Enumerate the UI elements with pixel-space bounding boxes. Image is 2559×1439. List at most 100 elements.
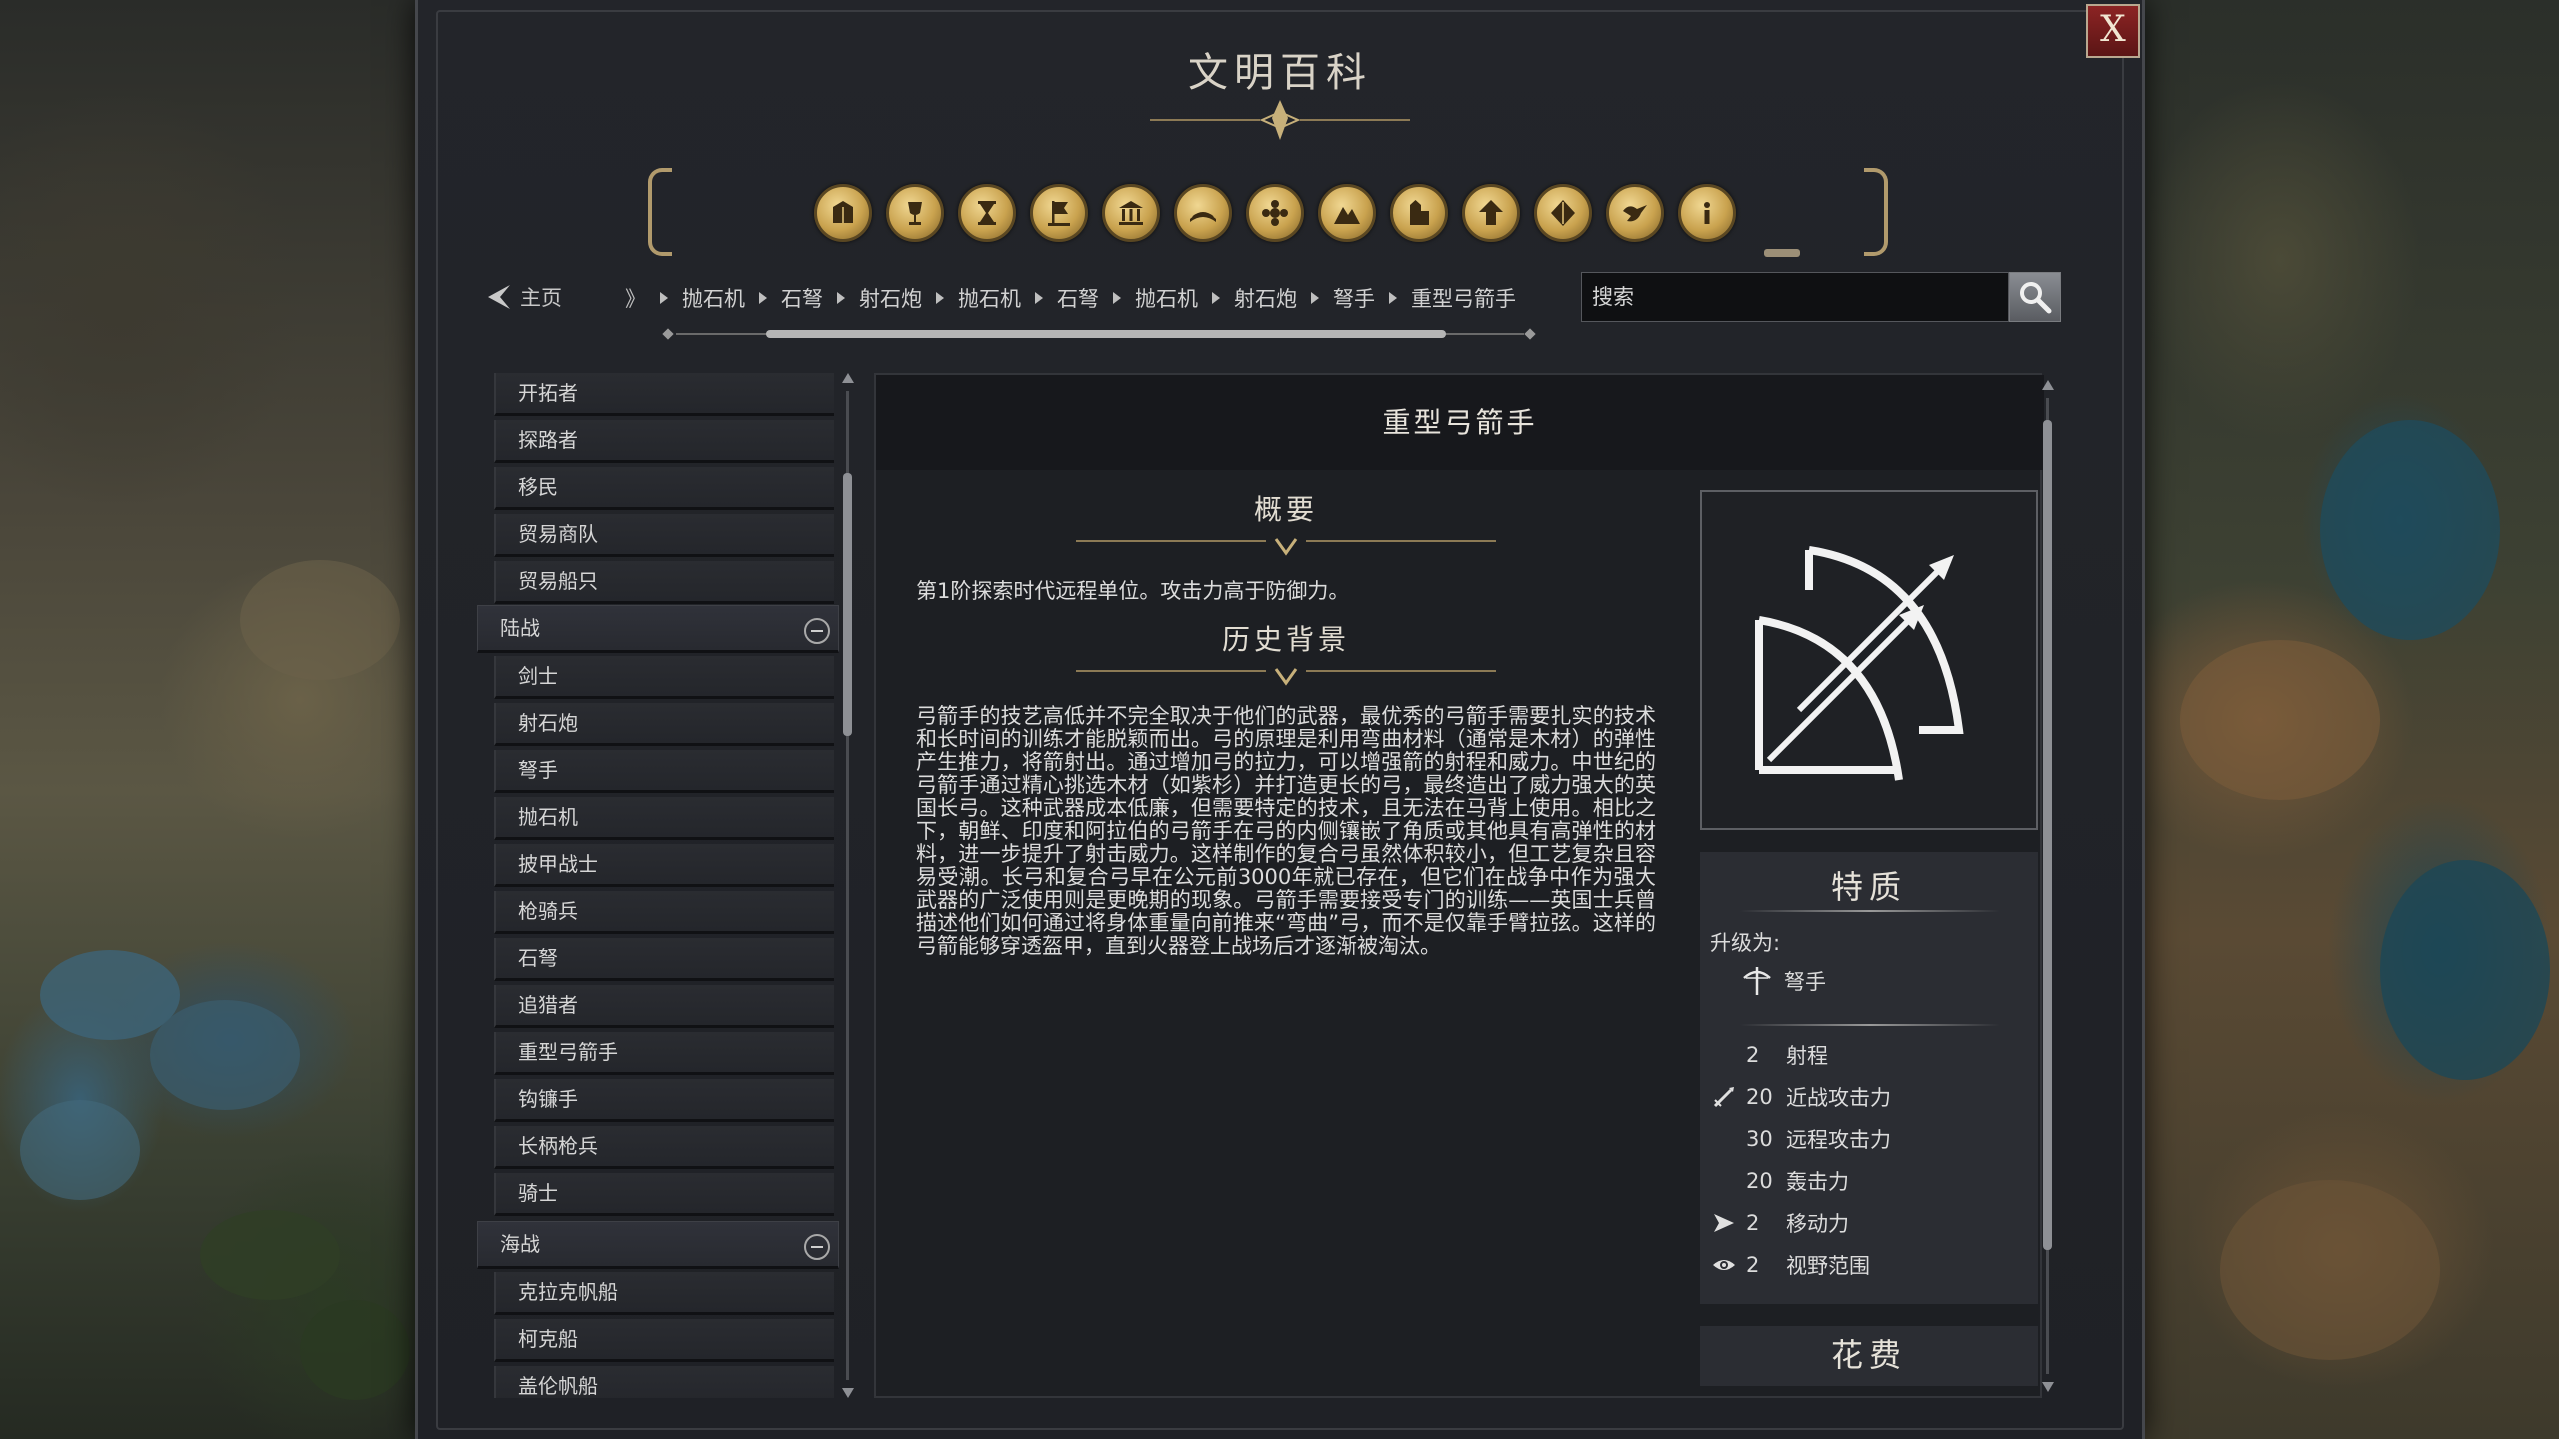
list-item[interactable]: 克拉克帆船	[494, 1272, 834, 1315]
gear-flower-icon	[1262, 200, 1288, 226]
dove-icon	[1623, 205, 1647, 222]
breadcrumb-item[interactable]: 石弩	[1057, 283, 1099, 313]
category-building-button[interactable]	[1390, 184, 1448, 242]
traits-divider	[1740, 1024, 2000, 1026]
breadcrumb-item[interactable]: 抛石机	[682, 283, 745, 313]
category-flag-button[interactable]	[1030, 184, 1088, 242]
breadcrumb-item[interactable]: 抛石机	[1135, 283, 1198, 313]
category-dove-button[interactable]	[1606, 184, 1664, 242]
category-arrow-up-button[interactable]	[1462, 184, 1520, 242]
search-field[interactable]	[1581, 272, 2009, 322]
breadcrumb-item[interactable]: 石弩	[781, 283, 823, 313]
magnifier-icon	[2020, 282, 2052, 314]
cost-heading: 花费	[1700, 1326, 2038, 1386]
breadcrumb-separator-icon	[1389, 292, 1397, 304]
breadcrumb-start-marker: 》	[625, 287, 646, 311]
breadcrumb-item[interactable]: 射石炮	[859, 283, 922, 313]
breadcrumb-item[interactable]: 射石炮	[1234, 283, 1297, 313]
list-item[interactable]: 抛石机	[494, 797, 834, 840]
list-item[interactable]: 射石炮	[494, 703, 834, 746]
book-icon	[1190, 212, 1216, 222]
category-temple-button[interactable]	[1102, 184, 1160, 242]
close-button[interactable]: X	[2086, 4, 2140, 58]
breadcrumb-item[interactable]: 弩手	[1333, 283, 1375, 313]
breadcrumb-scroll-left-icon[interactable]	[662, 328, 674, 340]
group-header-naval[interactable]: 海战	[477, 1221, 839, 1269]
crate-icon	[833, 201, 853, 223]
stat-bombard: 20 轰击力	[1710, 1164, 1849, 1198]
stat-ranged-attack: 30 远程攻击力	[1710, 1122, 1891, 1156]
flag-icon	[1048, 201, 1070, 226]
list-item[interactable]: 石弩	[494, 938, 834, 981]
list-item[interactable]: 探路者	[494, 420, 834, 463]
list-item[interactable]: 追猎者	[494, 985, 834, 1028]
scroll-down-icon[interactable]	[842, 1386, 854, 1398]
article-scrollbar[interactable]	[2040, 380, 2058, 1392]
upgrade-target-link[interactable]: 弩手	[1740, 964, 1826, 998]
category-leaf-button[interactable]	[1534, 184, 1592, 242]
list-item[interactable]: 开拓者	[494, 373, 834, 416]
traits-heading: 特质	[1830, 868, 1907, 906]
stat-label: 射程	[1786, 1044, 1828, 1068]
list-item[interactable]: 长柄枪兵	[494, 1126, 834, 1169]
sidebar-scrollbar[interactable]	[840, 373, 858, 1398]
search-input[interactable]	[1582, 273, 2008, 321]
category-info-button[interactable]	[1678, 184, 1736, 242]
category-mountain-button[interactable]	[1318, 184, 1376, 242]
collapse-icon[interactable]	[804, 1234, 830, 1260]
article-scroll-thumb[interactable]	[2043, 420, 2052, 1250]
list-item[interactable]: 剑士	[494, 656, 834, 699]
list-item[interactable]: 弩手	[494, 750, 834, 793]
breadcrumb-scroll-thumb[interactable]	[766, 330, 1446, 338]
list-item[interactable]: 移民	[494, 467, 834, 510]
breadcrumb-separator-icon	[837, 292, 845, 304]
mountain-icon	[1334, 207, 1360, 224]
range-icon	[1710, 1041, 1738, 1069]
collapse-icon[interactable]	[804, 618, 830, 644]
breadcrumb-separator-icon	[759, 292, 767, 304]
history-text: 弓箭手的技艺高低并不完全取决于他们的武器，最优秀的弓箭手需要扎实的技术和长时间的…	[916, 704, 1656, 958]
search-button[interactable]	[2009, 272, 2061, 322]
breadcrumb-separator-icon	[1113, 292, 1121, 304]
category-book-button[interactable]	[1174, 184, 1232, 242]
sidebar-scroll-thumb[interactable]	[843, 473, 852, 736]
category-gear-flower-button[interactable]	[1246, 184, 1304, 242]
building-icon	[1410, 200, 1429, 225]
traits-divider	[1740, 910, 2000, 912]
list-item[interactable]: 骑士	[494, 1173, 834, 1216]
move-arrow-icon	[1710, 1209, 1738, 1237]
title-ornament-icon	[1150, 100, 1410, 140]
list-item[interactable]: 披甲战士	[494, 844, 834, 887]
group-header-land[interactable]: 陆战	[477, 605, 839, 653]
category-goblet-button[interactable]	[886, 184, 944, 242]
sword-icon	[1710, 1083, 1738, 1111]
home-link[interactable]: 主页	[486, 282, 562, 312]
ranged-icon	[1710, 1125, 1738, 1153]
stat-value: 20	[1746, 1169, 1773, 1193]
stat-label: 近战攻击力	[1786, 1086, 1891, 1110]
category-crate-button[interactable]	[814, 184, 872, 242]
list-item[interactable]: 钩镰手	[494, 1079, 834, 1122]
goblet-icon	[908, 202, 922, 225]
breadcrumb-separator-icon	[1212, 292, 1220, 304]
list-item[interactable]: 柯克船	[494, 1319, 834, 1362]
map-background-left	[0, 0, 420, 1439]
list-item[interactable]: 枪骑兵	[494, 891, 834, 934]
scroll-down-icon[interactable]	[2042, 1380, 2054, 1392]
breadcrumb-item-current[interactable]: 重型弓箭手	[1411, 283, 1516, 313]
scroll-up-icon[interactable]	[2042, 380, 2054, 392]
scroll-up-icon[interactable]	[842, 373, 854, 385]
breadcrumb-scrollbar[interactable]	[660, 328, 1540, 340]
list-item[interactable]: 贸易船只	[494, 561, 834, 604]
list-item[interactable]: 贸易商队	[494, 514, 834, 557]
unit-portrait	[1700, 490, 2038, 830]
breadcrumb-item[interactable]: 抛石机	[958, 283, 1021, 313]
hourglass-icon	[978, 201, 996, 225]
stat-range: 2 射程	[1710, 1038, 1828, 1072]
history-heading: 历史背景	[1221, 623, 1350, 656]
category-hourglass-button[interactable]	[958, 184, 1016, 242]
breadcrumb-scroll-right-icon[interactable]	[1524, 328, 1536, 340]
list-item-selected[interactable]: 重型弓箭手	[494, 1032, 834, 1075]
stat-movement: 2 移动力	[1710, 1206, 1849, 1240]
list-item[interactable]: 盖伦帆船	[494, 1366, 834, 1398]
